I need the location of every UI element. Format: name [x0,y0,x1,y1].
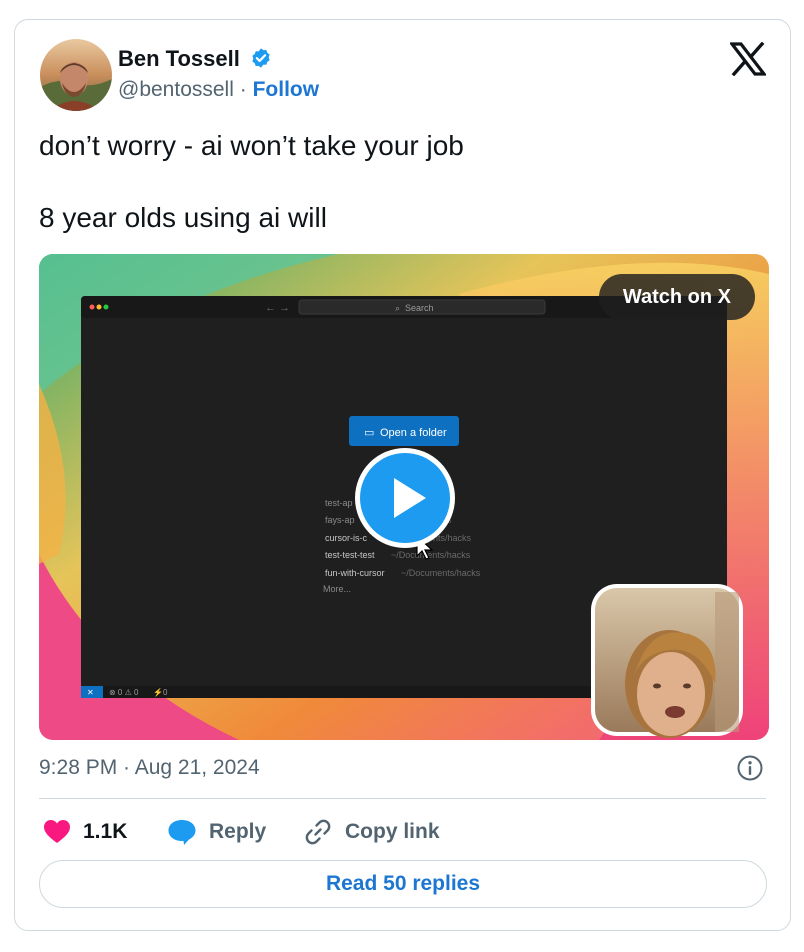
copy-link-button[interactable]: Copy link [303,814,440,850]
author-name-text[interactable]: Ben Tossell [118,46,240,71]
svg-text:✕: ✕ [87,688,94,697]
recent-item-name[interactable]: test-test-test [325,550,375,560]
editor-search-label[interactable]: Search [405,303,434,313]
author-handle-line: @bentossell · Follow [118,78,319,102]
tweet-timestamp[interactable]: 9:28 PM · Aug 21, 2024 [39,756,260,780]
copy-link-label: Copy link [345,820,440,843]
author-handle[interactable]: @bentossell [118,78,234,101]
svg-text:← →: ← → [265,302,290,314]
tweet-text-line-1: don’t worry - ai won’t take your job [39,130,464,161]
recent-item-path: ~/Documents/hacks [391,550,471,560]
author-name[interactable]: Ben Tossell [118,46,272,72]
recent-item-path: ~/Documents/hacks [401,568,481,578]
tweet-text-line-2: 8 year olds using ai will [39,202,327,233]
heart-icon [44,820,70,843]
tweet-card: Ben Tossell @bentossell · Follow don’t w… [14,19,791,931]
svg-text:⚡: ⚡ [153,687,163,697]
like-button[interactable]: 1.1K [43,814,127,850]
more-link[interactable]: More... [323,584,351,594]
verified-badge-icon [252,48,270,68]
avatar[interactable] [40,39,112,111]
reply-bubble-icon [168,820,196,845]
link-icon [305,819,331,845]
recent-item-name[interactable]: test-ap [325,498,353,508]
action-bar: 1.1K Reply Copy link [39,814,759,850]
watch-on-x-button[interactable]: Watch on X [598,274,755,320]
divider [39,798,766,799]
reply-button[interactable]: Reply [167,814,266,850]
recent-item-name[interactable]: fun-with-cursor [325,568,385,578]
svg-text:⌕: ⌕ [395,303,400,313]
like-count: 1.1K [83,820,128,843]
status-ports[interactable]: 0 [163,688,168,697]
reply-label: Reply [209,820,267,843]
info-icon[interactable] [736,754,764,787]
x-logo-icon[interactable] [728,41,768,81]
recent-item-name[interactable]: fays-ap [325,515,355,525]
play-button-icon[interactable] [353,446,457,550]
video-player[interactable]: ← → Search ⌕ ▭ Open a folder test-ap fay… [39,254,769,740]
follow-button[interactable]: Follow [253,78,320,101]
open-folder-label: Open a folder [380,427,447,439]
status-problems[interactable]: ⊗ 0 ⚠ 0 [109,688,139,697]
svg-text:▭: ▭ [364,427,374,439]
handle-separator: · [239,78,247,101]
read-replies-button[interactable]: Read 50 replies [39,860,767,908]
